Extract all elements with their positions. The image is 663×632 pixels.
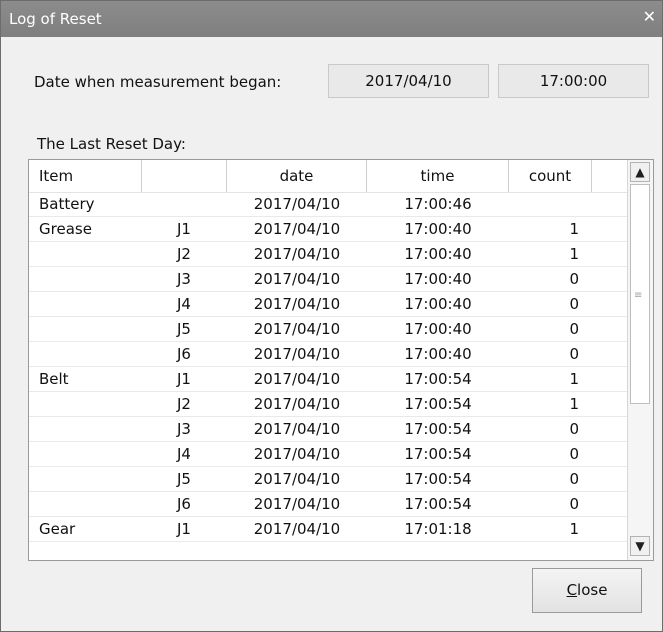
window-title: Log of Reset — [9, 10, 102, 28]
table-row[interactable]: J4 2017/04/10 17:00:40 0 — [29, 292, 627, 317]
cell-date: 2017/04/10 — [253, 370, 341, 388]
close-button[interactable]: Close — [532, 568, 642, 613]
cell-joint: J6 — [177, 345, 191, 363]
cell-joint: J4 — [177, 295, 191, 313]
cell-joint: J2 — [177, 395, 191, 413]
measurement-time-field: 17:00:00 — [498, 64, 649, 98]
cell-joint: J1 — [177, 370, 191, 388]
arrow-down-icon[interactable]: ▼ — [630, 536, 650, 556]
scrollbar-thumb[interactable]: ≡ — [630, 184, 650, 404]
cell-count: 0 — [569, 445, 579, 463]
cell-count: 0 — [569, 345, 579, 363]
cell-count: 1 — [569, 245, 579, 263]
table-row[interactable]: J3 2017/04/10 17:00:40 0 — [29, 267, 627, 292]
cell-count: 0 — [569, 470, 579, 488]
reset-log-table: Item date time count Battery 2017/04/10 17… — [28, 159, 654, 561]
header-joint[interactable] — [142, 160, 227, 192]
log-of-reset-dialog: Log of Reset ✕ Date when measurement beg… — [0, 0, 663, 632]
cell-date: 2017/04/10 — [253, 245, 341, 263]
cell-time: 17:00:54 — [404, 395, 472, 413]
cell-time: 17:00:54 — [404, 420, 472, 438]
measurement-date-field: 2017/04/10 — [328, 64, 489, 98]
cell-time: 17:00:40 — [404, 270, 472, 288]
close-icon[interactable]: ✕ — [643, 7, 656, 26]
table-row[interactable]: Gear J1 2017/04/10 17:01:18 1 — [29, 517, 627, 542]
cell-date: 2017/04/10 — [253, 295, 341, 313]
table-row[interactable]: J6 2017/04/10 17:00:40 0 — [29, 342, 627, 367]
cell-date: 2017/04/10 — [253, 220, 341, 238]
cell-time: 17:00:54 — [404, 445, 472, 463]
header-time[interactable]: time — [367, 160, 509, 192]
header-date[interactable]: date — [227, 160, 367, 192]
cell-joint: J3 — [177, 420, 191, 438]
table-row[interactable]: Battery 2017/04/10 17:00:46 — [29, 192, 627, 217]
close-button-accel: C — [566, 581, 578, 599]
header-item[interactable]: Item — [29, 160, 142, 192]
cell-time: 17:00:54 — [404, 370, 472, 388]
cell-date: 2017/04/10 — [253, 470, 341, 488]
cell-count: 0 — [569, 420, 579, 438]
cell-count: 1 — [569, 370, 579, 388]
cell-joint: J3 — [177, 270, 191, 288]
cell-count: 1 — [569, 395, 579, 413]
table-row[interactable]: J6 2017/04/10 17:00:54 0 — [29, 492, 627, 517]
table-row[interactable]: J2 2017/04/10 17:00:40 1 — [29, 242, 627, 267]
arrow-up-icon[interactable]: ▲ — [630, 162, 650, 182]
cell-joint: J1 — [177, 520, 191, 538]
cell-joint: J4 — [177, 445, 191, 463]
cell-date: 2017/04/10 — [253, 520, 341, 538]
cell-joint: J5 — [177, 320, 191, 338]
cell-date: 2017/04/10 — [253, 395, 341, 413]
cell-count: 1 — [569, 220, 579, 238]
cell-joint: J5 — [177, 470, 191, 488]
cell-date: 2017/04/10 — [253, 320, 341, 338]
cell-count: 0 — [569, 495, 579, 513]
cell-item: Gear — [39, 520, 76, 538]
table-row[interactable]: Grease J1 2017/04/10 17:00:40 1 — [29, 217, 627, 242]
cell-count: 0 — [569, 270, 579, 288]
cell-time: 17:00:40 — [404, 245, 472, 263]
table-header: Item date time count — [29, 160, 627, 193]
cell-joint: J1 — [177, 220, 191, 238]
cell-date: 2017/04/10 — [253, 270, 341, 288]
measurement-label: Date when measurement began: — [34, 73, 282, 91]
cell-count: 0 — [569, 320, 579, 338]
close-button-label: lose — [577, 581, 608, 599]
cell-item: Belt — [39, 370, 69, 388]
table-row[interactable]: J5 2017/04/10 17:00:40 0 — [29, 317, 627, 342]
cell-date: 2017/04/10 — [253, 495, 341, 513]
cell-time: 17:00:46 — [404, 195, 472, 213]
cell-time: 17:00:40 — [404, 345, 472, 363]
cell-time: 17:00:54 — [404, 495, 472, 513]
cell-item: Battery — [39, 195, 95, 213]
cell-time: 17:01:18 — [404, 520, 472, 538]
title-bar: Log of Reset ✕ — [1, 1, 662, 37]
cell-joint: J6 — [177, 495, 191, 513]
last-reset-label: The Last Reset Day: — [37, 135, 186, 153]
cell-date: 2017/04/10 — [253, 195, 341, 213]
cell-count: 1 — [569, 520, 579, 538]
header-count[interactable]: count — [509, 160, 592, 192]
table-row[interactable]: J4 2017/04/10 17:00:54 0 — [29, 442, 627, 467]
table-row[interactable]: J2 2017/04/10 17:00:54 1 — [29, 392, 627, 417]
cell-item: Grease — [39, 220, 92, 238]
table-row[interactable]: J5 2017/04/10 17:00:54 0 — [29, 467, 627, 492]
cell-time: 17:00:40 — [404, 320, 472, 338]
cell-count — [509, 192, 579, 216]
cell-time: 17:00:40 — [404, 220, 472, 238]
cell-count: 0 — [569, 295, 579, 313]
cell-time: 17:00:54 — [404, 470, 472, 488]
cell-time: 17:00:40 — [404, 295, 472, 313]
cell-date: 2017/04/10 — [253, 445, 341, 463]
table-row[interactable]: J3 2017/04/10 17:00:54 0 — [29, 417, 627, 442]
table-row[interactable]: Belt J1 2017/04/10 17:00:54 1 — [29, 367, 627, 392]
grip-icon: ≡ — [634, 290, 643, 301]
cell-date: 2017/04/10 — [253, 420, 341, 438]
vertical-scrollbar[interactable]: ▲ ≡ ▼ — [627, 160, 653, 560]
cell-date: 2017/04/10 — [253, 345, 341, 363]
cell-joint: J2 — [177, 245, 191, 263]
